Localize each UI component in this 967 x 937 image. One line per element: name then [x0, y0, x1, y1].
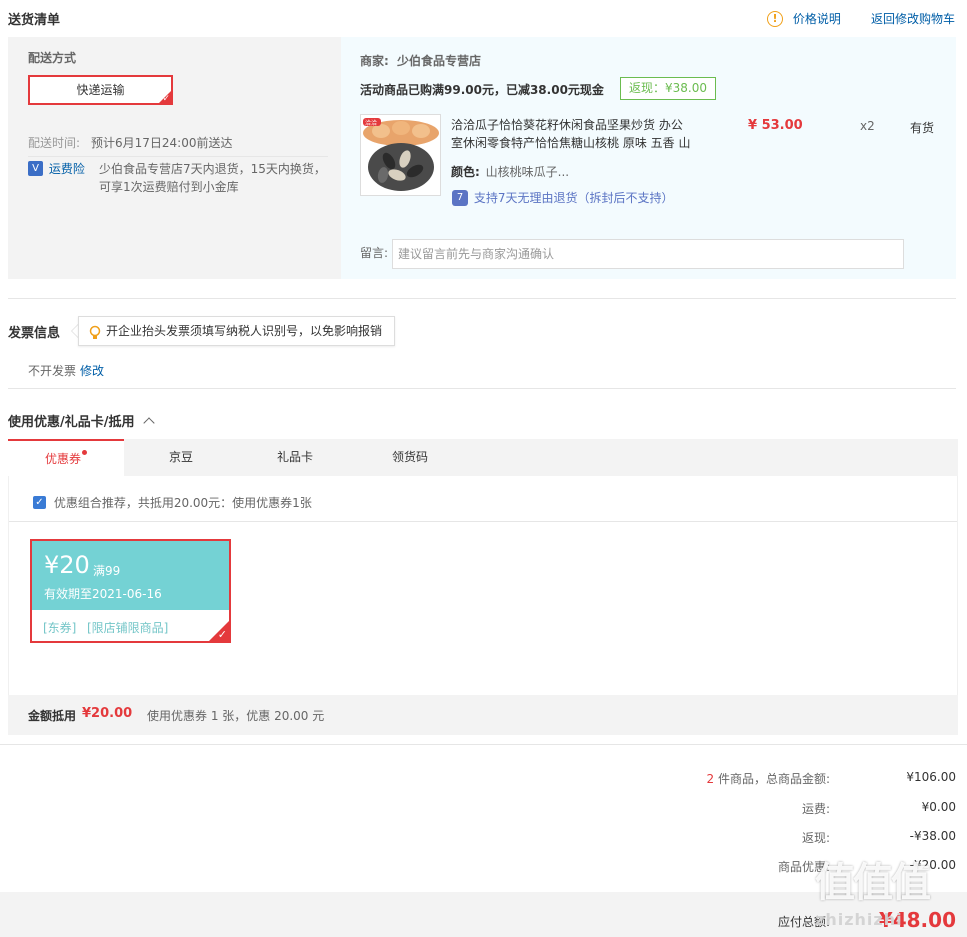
message-input[interactable]: 建议留言前先与商家沟通确认 [392, 239, 904, 269]
total-count-row: 2 件商品，总商品金额: [560, 770, 830, 787]
rebate-badge: 返现：¥38.00 [620, 77, 716, 100]
discount-section-toggle[interactable]: 使用优惠/礼品卡/抵用 [8, 411, 155, 430]
shipping-panel [8, 37, 341, 279]
goods-total-value: ¥106.00 [906, 770, 956, 784]
coupon-card[interactable]: ¥20 满99 有效期至2021-06-16 [东券] [限店铺限商品] ✓ [30, 539, 231, 643]
discount-title: 使用优惠/礼品卡/抵用 [8, 415, 135, 430]
combo-recommend-text: 优惠组合推荐，共抵用20.00元：使用优惠券1张 [53, 496, 312, 510]
tab-coupon[interactable]: 优惠券 [8, 439, 124, 476]
tab-gift-card[interactable]: 礼品卡 [238, 439, 352, 476]
sunflower-seeds-image: 洽洽 [361, 115, 440, 195]
payable-label: 应付总额: [777, 915, 830, 929]
freight-insurance-link[interactable]: V 运费险 [28, 160, 85, 177]
color-value: 山核桃味瓜子... [485, 165, 570, 179]
store-name: 少伯食品专营店 [397, 54, 482, 68]
express-shipping-label: 快递运输 [76, 83, 125, 97]
tab-pickup-code[interactable]: 领货码 [352, 439, 468, 476]
express-shipping-button[interactable]: 快递运输 ✓ [28, 75, 173, 105]
combo-checkbox[interactable]: ✓ [33, 496, 46, 509]
coupon-tag-store: [限店铺限商品] [87, 621, 169, 635]
shield-icon: V [28, 161, 43, 176]
product-name-link[interactable]: 洽洽瓜子恰恰葵花籽休闲食品坚果炒货 办公 室休闲零食特产恰恰焦糖山核桃 原味 五… [451, 116, 701, 152]
return-policy: 7 支持7天无理由退货（拆封后不支持） [452, 189, 673, 206]
section-title-shipping: 送货清单 [8, 13, 61, 28]
price-note-label: 价格说明 [792, 12, 841, 26]
seven-day-return-icon: 7 [452, 189, 468, 206]
back-to-cart-link[interactable]: 返回修改购物车 [871, 10, 955, 27]
discount-summary-desc: 使用优惠券 1 张，优惠 20.00 元 [147, 709, 325, 723]
coupon-face: ¥20 满99 有效期至2021-06-16 [32, 541, 229, 610]
promo-text: 活动商品已购满99.00元，已减38.00元现金 [360, 83, 604, 97]
return-policy-text: 支持7天无理由退货（拆封后不支持） [473, 191, 674, 205]
color-label: 颜色: [451, 165, 480, 179]
product-color-row: 颜色: 山核桃味瓜子... [451, 163, 569, 180]
shipping-method-label: 配送方式 [28, 51, 77, 65]
rebate-value: -¥38.00 [909, 829, 956, 843]
discount-summary-label: 金额抵用 [28, 709, 77, 723]
tab-jingdou[interactable]: 京豆 [124, 439, 238, 476]
invoice-tip: 开企业抬头发票须填写纳税人识别号，以免影响报销 [78, 316, 395, 346]
coupon-condition: 满99 [93, 564, 121, 578]
freight-insurance-desc: 少伯食品专营店7天内退货，15天内换货， 可享1次运费赔付到小金库 [99, 162, 326, 194]
chevron-up-icon [143, 417, 155, 429]
watermark-text: zhizhizhi [815, 910, 903, 929]
discount-tabs: 优惠券 京豆 礼品卡 领货码 [8, 439, 958, 476]
delivery-time-value: 预计6月17日24:00前送达 [91, 136, 233, 150]
product-image[interactable]: 洽洽 [360, 114, 441, 196]
freight-insurance-label: 运费险 [48, 162, 85, 176]
stock-status: 有货 [910, 121, 935, 135]
product-quantity: x2 [860, 119, 875, 133]
coupon-tag-jd: [东券] [43, 621, 77, 635]
invoice-value: 不开发票 [28, 364, 77, 378]
notification-dot-icon [82, 450, 87, 455]
discount-summary-amount: ¥20.00 [82, 706, 133, 721]
goods-total-label: 件商品，总商品金额: [717, 772, 830, 786]
coupon-expiry: 有效期至2021-06-16 [44, 587, 162, 601]
store-row: 商家: 少伯食品专营店 [360, 52, 481, 69]
product-brand-logo: 洽洽 [365, 119, 377, 127]
product-price: ¥ 53.00 [748, 118, 803, 133]
invoice-tip-text: 开企业抬头发票须填写纳税人识别号，以免影响报销 [106, 324, 383, 338]
lightbulb-icon [89, 323, 101, 351]
freight-label: 运费: [801, 802, 830, 816]
check-icon: ✓ [162, 94, 170, 104]
price-note-link[interactable]: ! 价格说明 [767, 10, 841, 27]
coupon-amount: ¥20 [44, 551, 90, 579]
freight-value: ¥0.00 [921, 800, 956, 814]
warning-icon: ! [767, 10, 783, 27]
combo-recommend-row: ✓ 优惠组合推荐，共抵用20.00元：使用优惠券1张 [33, 494, 312, 511]
invoice-title: 发票信息 [8, 326, 61, 341]
coupon-discount-label: 商品优惠: [777, 860, 830, 874]
store-label: 商家: [360, 54, 389, 68]
item-count: 2 [706, 772, 715, 786]
message-label: 留言: [360, 246, 389, 260]
delivery-time-label: 配送时间: [28, 136, 81, 150]
rebate-label: 返现: [801, 831, 830, 845]
invoice-edit-link[interactable]: 修改 [80, 362, 104, 379]
check-icon: ✓ [217, 628, 227, 641]
